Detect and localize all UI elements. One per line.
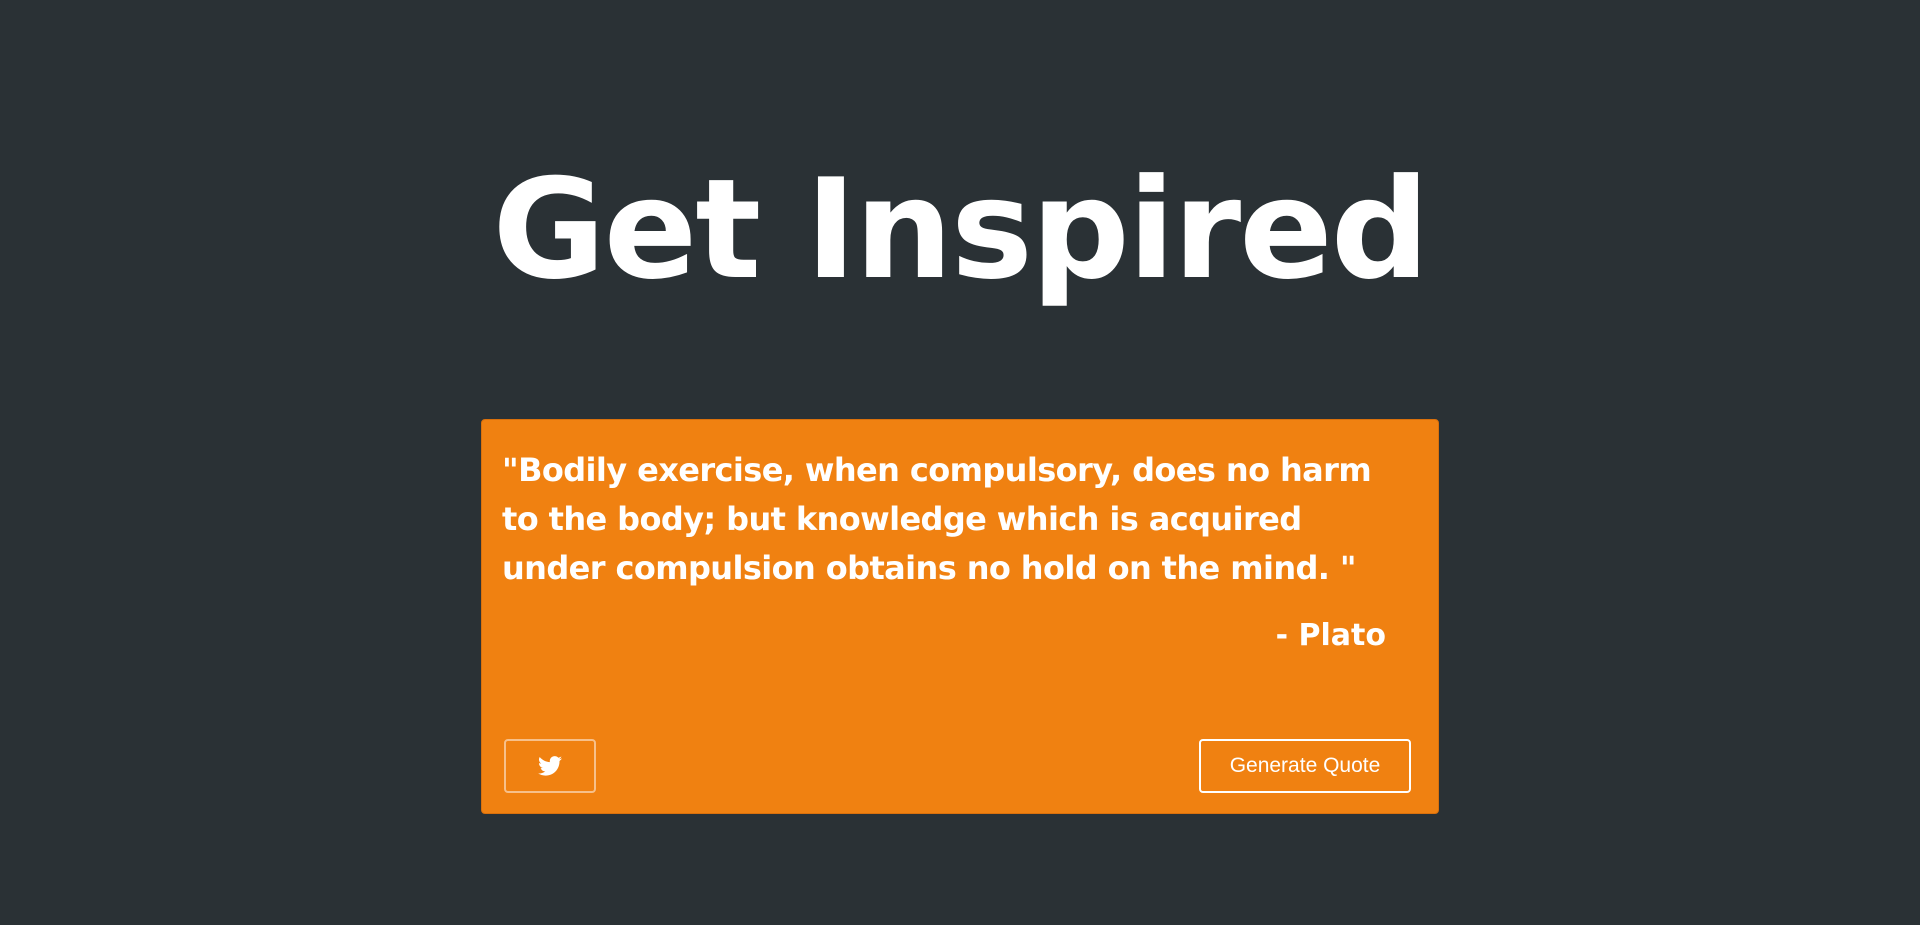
page: Get Inspired "Bodily exercise, when comp… <box>0 0 1920 925</box>
page-title: Get Inspired <box>492 149 1429 310</box>
generate-quote-button[interactable]: Generate Quote <box>1199 739 1411 793</box>
quote-card: "Bodily exercise, when compulsory, does … <box>481 419 1439 814</box>
twitter-icon <box>538 756 562 776</box>
tweet-button[interactable] <box>504 739 596 793</box>
quote-text: "Bodily exercise, when compulsory, does … <box>502 451 1372 587</box>
quote-author: - Plato <box>1275 618 1386 653</box>
